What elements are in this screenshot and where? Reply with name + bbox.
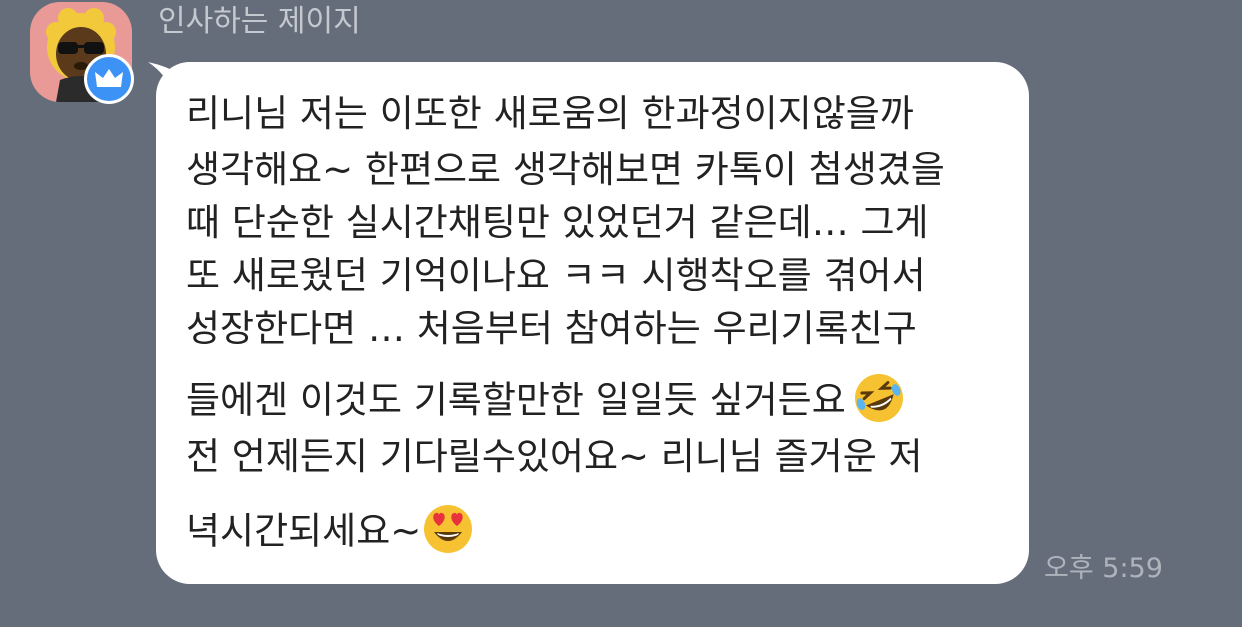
message-line-with-emoji: 들에겐 이것도 기록할만한 일일듯 싶거든요	[186, 374, 906, 429]
crown-badge	[84, 54, 134, 104]
message-line: 성장한다면 … 처음부터 참여하는 우리기록친구	[186, 307, 917, 350]
message-bubble[interactable]: 리니님 저는 이또한 새로움의 한과정이지않을까 생각해요~ 한편으로 생각해보…	[156, 62, 1029, 584]
message-line: 또 새로웠던 기억이나요 ㅋㅋ 시행착오를 겪어서	[186, 254, 926, 297]
rolling-on-floor-laughing-emoji	[854, 374, 903, 422]
message-line: 녁시간되세요~	[186, 509, 422, 553]
heart-eyes-emoji	[424, 505, 473, 553]
message-line: 생각해요~ 한편으로 생각해보면 카톡이 첨생겼을	[186, 148, 945, 191]
message-timestamp: 오후 5:59	[1044, 553, 1163, 584]
message-line: 리니님 저는 이또한 새로움의 한과정이지않을까	[186, 92, 914, 135]
message-line: 전 언제든지 기다릴수있어요~ 리니님 즐거운 저	[186, 435, 923, 478]
message-line: 들에겐 이것도 기록할만한 일일듯 싶거든요	[186, 378, 846, 422]
crown-icon	[95, 69, 123, 87]
sender-name: 인사하는 제이지	[158, 4, 361, 39]
message-line-with-emoji: 녁시간되세요~	[186, 505, 475, 560]
message-line: 때 단순한 실시간채팅만 있었던거 같은데… 그게	[186, 201, 929, 244]
